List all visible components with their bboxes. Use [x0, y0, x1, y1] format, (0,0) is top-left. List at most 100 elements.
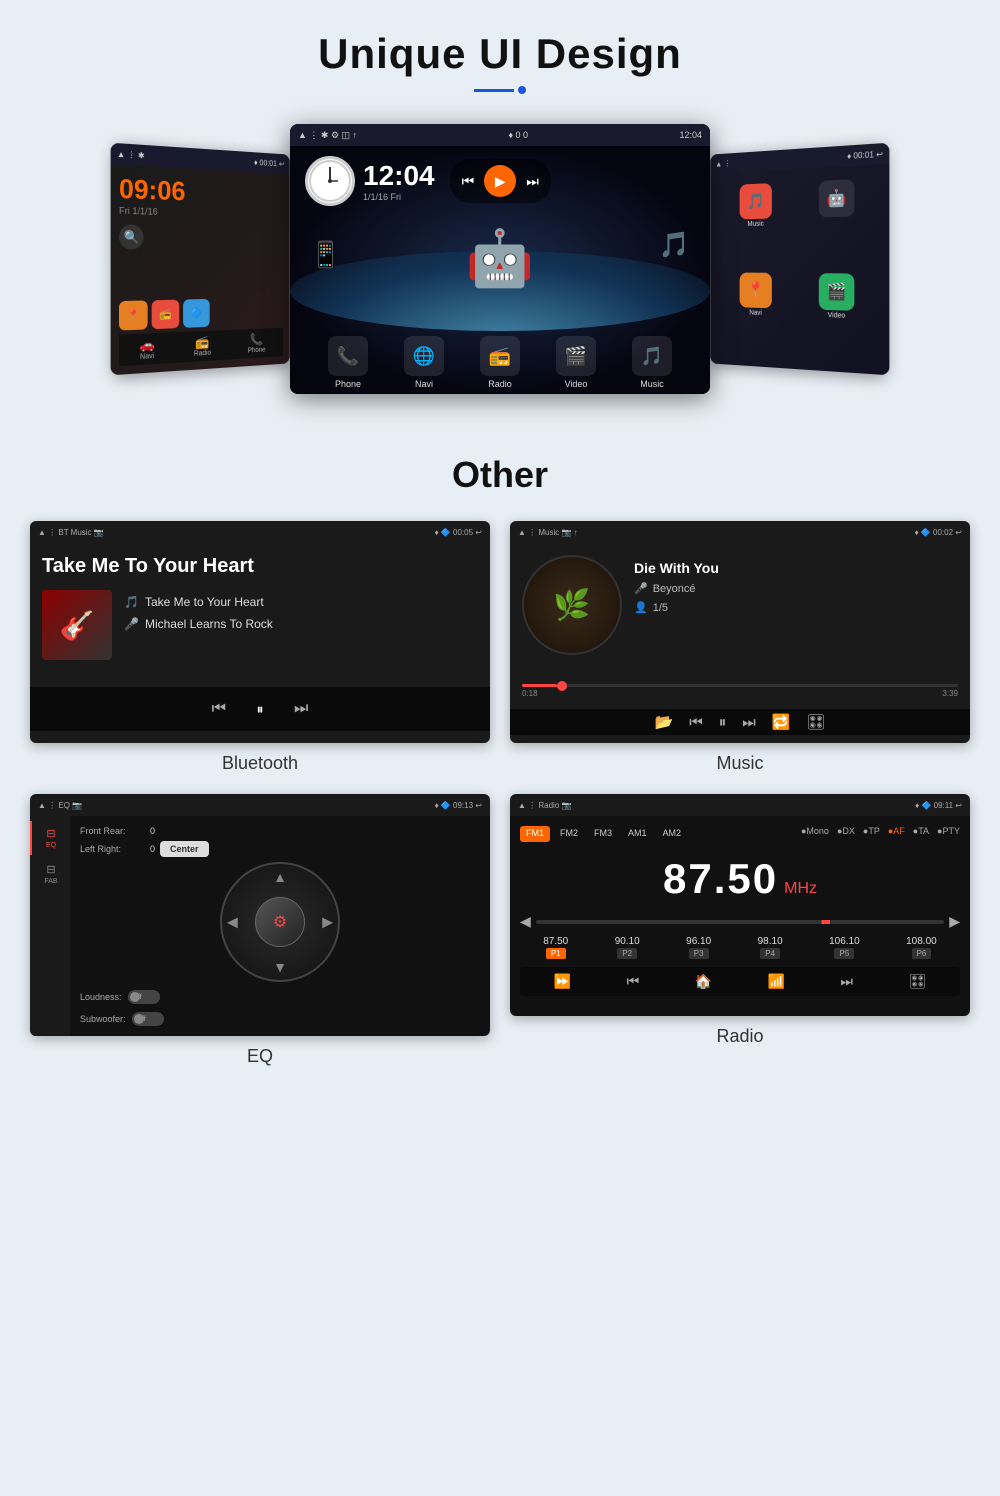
music-eq-button[interactable]: 🎛: [806, 713, 825, 731]
eq-left-right-row: Left Right: 0 Center: [80, 841, 480, 857]
bt-status-right: ♦ 🔷 00:05 ↩: [435, 528, 482, 537]
eq-subwoofer-toggle[interactable]: Off: [132, 1012, 164, 1026]
eq-center-button[interactable]: Center: [160, 841, 209, 857]
radio-tab-fm2[interactable]: FM2: [554, 826, 584, 842]
eq-front-rear-label: Front Rear:: [80, 826, 145, 836]
radio-eq-button[interactable]: 🎛: [908, 973, 926, 990]
radio-tab-am2[interactable]: AM2: [657, 826, 688, 842]
radio-tab-am1[interactable]: AM1: [622, 826, 653, 842]
right-navi-label: Navi: [749, 310, 762, 317]
radio-screen-card: ▲ ⋮ Radio 📷 ♦ 🔷 09:11 ↩ FM1 FM2 FM3 AM1 …: [510, 794, 970, 1067]
eq-joystick-area: ▲ ▼ ◀ ▶ ⚙: [80, 862, 480, 982]
right-app-navi[interactable]: 📍 Navi: [721, 272, 791, 355]
app-icon-maps[interactable]: 📍: [119, 300, 148, 330]
eq-subwoofer-row: Subwoofer: Off: [80, 1012, 480, 1026]
radio-next-button[interactable]: ⏭: [840, 973, 853, 990]
preset-p1[interactable]: 87.50 P1: [543, 936, 568, 959]
eq-loudness-toggle[interactable]: Off: [128, 990, 160, 1004]
progress-bar[interactable]: [522, 684, 958, 687]
music-screen: ▲ ⋮ Music 📷 ↑ ♦ 🔷 00:02 ↩ 🌿 Die With You…: [510, 521, 970, 743]
center-app-radio[interactable]: 📻 Radio: [480, 336, 520, 389]
eq-joystick[interactable]: ▲ ▼ ◀ ▶ ⚙: [220, 862, 340, 982]
radio-wifi-button[interactable]: 📶: [768, 973, 785, 990]
eq-left-right-label: Left Right:: [80, 844, 145, 854]
bluetooth-screen-card: ▲ ⋮ BT Music 📷 ♦ 🔷 00:05 ↩ Take Me To Yo…: [30, 521, 490, 774]
center-screen-panel: ▲ ⋮ ✱ ⚙ ◫ ↑ ♦ 0 0 12:04: [290, 124, 710, 394]
eq-sidebar-fab[interactable]: ⊟ FAB: [30, 857, 70, 891]
app-icon-radio[interactable]: 📻: [152, 300, 180, 330]
left-status-left: ▲ ⋮ ✱: [117, 149, 145, 160]
radio-list-button[interactable]: ⏩: [554, 973, 571, 990]
eq-loudness-label: Loudness:: [80, 992, 122, 1002]
center-radio-label: Radio: [488, 379, 512, 389]
preset-p5[interactable]: 106.10 P5: [829, 936, 860, 959]
center-video-icon: 🎬: [556, 336, 596, 376]
radio-presets: 87.50 P1 90.10 P2 96.10 P3 98.10 P4: [520, 936, 960, 959]
eq-sidebar: ⊟ EQ ⊟ FAB: [30, 816, 70, 1036]
center-app-navi[interactable]: 🌐 Navi: [404, 336, 444, 389]
music-meta-artist: 🎤 Beyoncé: [634, 582, 719, 595]
header-section: Unique UI Design: [0, 0, 1000, 114]
artist-icon: 🎤: [124, 617, 139, 631]
right-music-label: Music: [747, 221, 763, 228]
bluetooth-label: Bluetooth: [222, 753, 298, 774]
nav-phone-label: Phone: [248, 347, 266, 355]
music-prev-button[interactable]: ⏮: [689, 714, 703, 731]
nav-navi-label: Navi: [140, 353, 154, 361]
nav-item-navi[interactable]: 🚗 Navi: [140, 337, 155, 361]
radio-home-button[interactable]: 🏠: [695, 973, 712, 990]
music-folder-button[interactable]: 📂: [655, 713, 674, 731]
bt-prev-button[interactable]: ⏮: [212, 700, 226, 718]
left-search-button[interactable]: 🔍: [119, 224, 144, 249]
center-top-area: 12:04 1/1/16 Fri ⏮ ▶ ⏭: [290, 146, 710, 216]
center-status-right: 12:04: [679, 130, 702, 140]
right-screen-body: 🎵 Music 🤖 📍 Navi 🎬 Video: [710, 164, 889, 375]
play-button[interactable]: ▶: [484, 165, 516, 197]
center-app-phone[interactable]: 📞 Phone: [328, 336, 368, 389]
eq-loudness-value: Off: [130, 994, 142, 1001]
right-app-music[interactable]: 🎵 Music: [721, 182, 791, 265]
tuner-bar-container[interactable]: [536, 920, 944, 924]
bt-play-button[interactable]: ⏸: [246, 695, 274, 723]
center-app-music[interactable]: 🎵 Music: [632, 336, 672, 389]
prev-button[interactable]: ⏮: [462, 173, 475, 190]
bt-content: 🎸 🎵 Take Me to Your Heart 🎤 Michael Lear…: [42, 590, 478, 660]
radio-tab-fm1[interactable]: FM1: [520, 826, 550, 842]
preset-p6[interactable]: 108.00 P6: [906, 936, 937, 959]
eq-screen-body: ⊟ EQ ⊟ FAB Front Rear: 0 Left Right: [30, 816, 490, 1036]
tuner-left-icon[interactable]: ◀: [520, 913, 531, 930]
music-song-title: Die With You: [634, 560, 719, 576]
music-status-left: ▲ ⋮ Music 📷 ↑: [518, 528, 578, 537]
eq-status-left: ▲ ⋮ EQ 📷: [38, 801, 82, 810]
app-icon-bluetooth[interactable]: 🔷: [183, 299, 210, 328]
screens-row-2: ▲ ⋮ EQ 📷 ♦ 🔷 09:13 ↩ ⊟ EQ ⊟ FAB: [0, 794, 1000, 1067]
right-apps-grid: 🎵 Music 🤖 📍 Navi 🎬 Video: [717, 173, 881, 367]
nav-item-phone[interactable]: 📞 Phone: [248, 332, 266, 354]
underline-bar: [474, 89, 514, 92]
tuner-right-icon[interactable]: ▶: [949, 913, 960, 930]
underline-dot: [518, 86, 526, 94]
preset-p4[interactable]: 98.10 P4: [758, 936, 783, 959]
nav-item-radio[interactable]: 📻 Radio: [194, 335, 211, 358]
preset-p3[interactable]: 96.10 P3: [686, 936, 711, 959]
eq-sidebar-eq[interactable]: ⊟ EQ: [30, 821, 70, 855]
right-app-android[interactable]: 🤖: [799, 178, 876, 265]
music-next-button[interactable]: ⏭: [742, 714, 756, 731]
music-play-button[interactable]: ⏸: [719, 714, 727, 731]
eq-front-rear-value: 0: [150, 826, 155, 836]
next-button[interactable]: ⏭: [526, 173, 539, 190]
center-status-bar: ▲ ⋮ ✱ ⚙ ◫ ↑ ♦ 0 0 12:04: [290, 124, 710, 146]
right-status-right: ♦ 00:01 ↩: [847, 149, 883, 161]
bt-next-button[interactable]: ⏭: [294, 700, 308, 718]
music-label: Music: [716, 753, 763, 774]
radio-prev-button[interactable]: ⏮: [627, 973, 640, 990]
preset-p2[interactable]: 90.10 P2: [615, 936, 640, 959]
music-repeat-button[interactable]: 🔁: [772, 713, 791, 731]
other-title-text: Other: [452, 454, 548, 495]
progress-container: 0:18 3:39: [522, 684, 958, 698]
right-app-video[interactable]: 🎬 Video: [799, 273, 876, 361]
center-navi-label: Navi: [415, 379, 433, 389]
radio-tab-fm3[interactable]: FM3: [588, 826, 618, 842]
center-app-video[interactable]: 🎬 Video: [556, 336, 596, 389]
phone-icon: 📞: [250, 332, 263, 346]
